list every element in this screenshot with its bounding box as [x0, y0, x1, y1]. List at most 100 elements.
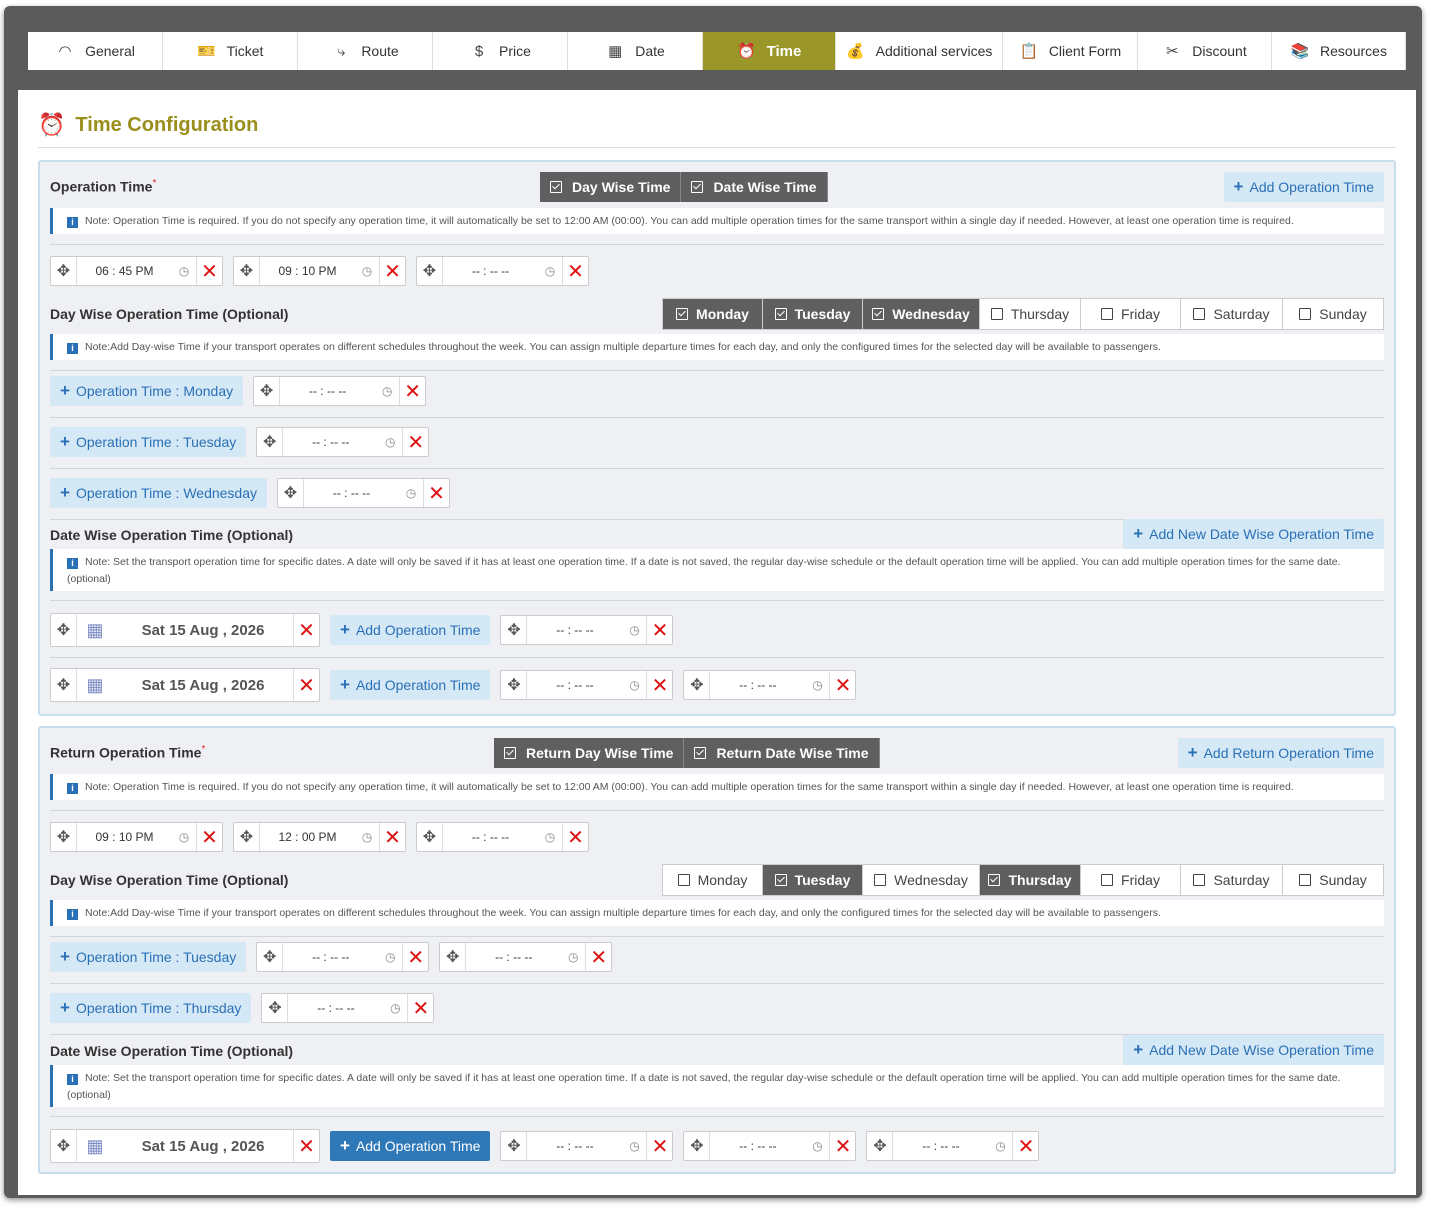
remove-icon[interactable]: ✕ — [646, 616, 672, 644]
remove-icon[interactable]: ✕ — [402, 428, 428, 456]
move-handle-icon[interactable]: ✥ — [684, 1132, 711, 1160]
remove-icon[interactable]: ✕ — [399, 377, 425, 405]
clock-icon[interactable]: ◷ — [383, 1001, 407, 1015]
move-handle-icon[interactable]: ✥ — [440, 943, 467, 971]
remove-icon[interactable]: ✕ — [829, 1132, 855, 1160]
clock-icon[interactable]: ◷ — [172, 264, 196, 278]
clock-icon[interactable]: ◷ — [172, 830, 196, 844]
time-input[interactable]: -- : -- -- — [283, 950, 378, 964]
move-handle-icon[interactable]: ✥ — [257, 943, 284, 971]
clock-icon[interactable]: ◷ — [561, 950, 585, 964]
move-handle-icon[interactable]: ✥ — [51, 614, 77, 646]
day-wednesday[interactable]: Wednesday — [863, 299, 980, 329]
remove-icon[interactable]: ✕ — [585, 943, 611, 971]
time-input[interactable]: -- : -- -- — [527, 623, 622, 637]
time-input[interactable]: -- : -- -- — [283, 435, 378, 449]
time-input[interactable]: 09 : 10 PM — [77, 830, 172, 844]
date-wise-toggle[interactable]: Date Wise Time — [681, 172, 828, 202]
clock-icon[interactable]: ◷ — [538, 264, 562, 278]
tab-client-form[interactable]: 📋 Client Form — [1003, 32, 1138, 70]
time-input[interactable]: 12 : 00 PM — [260, 830, 355, 844]
tab-date[interactable]: ▦ Date — [568, 32, 703, 70]
add-operation-time-button[interactable]: + Add Operation Time — [330, 615, 491, 645]
tab-price[interactable]: $ Price — [433, 32, 568, 70]
remove-icon[interactable]: ✕ — [293, 614, 319, 646]
move-handle-icon[interactable]: ✥ — [417, 257, 443, 285]
add-operation-time-button[interactable]: + Add Operation Time — [1223, 172, 1384, 202]
remove-icon[interactable]: ✕ — [293, 1130, 319, 1162]
tab-route[interactable]: ⤷ Route — [298, 32, 433, 70]
day-tuesday[interactable]: Tuesday — [763, 299, 863, 329]
day-thursday[interactable]: Thursday — [980, 865, 1081, 895]
day-saturday[interactable]: Saturday — [1181, 865, 1283, 895]
move-handle-icon[interactable]: ✥ — [867, 1132, 894, 1160]
remove-icon[interactable]: ✕ — [423, 479, 449, 507]
date-wise-toggle[interactable]: Return Date Wise Time — [684, 738, 880, 768]
move-handle-icon[interactable]: ✥ — [51, 823, 77, 851]
day-monday[interactable]: Monday — [663, 299, 763, 329]
remove-icon[interactable]: ✕ — [407, 994, 433, 1022]
calendar-icon[interactable]: ▦ — [77, 1136, 113, 1157]
remove-icon[interactable]: ✕ — [196, 257, 222, 285]
calendar-icon[interactable]: ▦ — [77, 620, 113, 641]
day-wednesday[interactable]: Wednesday — [863, 865, 980, 895]
day-sunday[interactable]: Sunday — [1283, 299, 1383, 329]
clock-icon[interactable]: ◷ — [805, 678, 829, 692]
remove-icon[interactable]: ✕ — [829, 671, 855, 699]
move-handle-icon[interactable]: ✥ — [278, 479, 304, 507]
move-handle-icon[interactable]: ✥ — [234, 257, 260, 285]
move-handle-icon[interactable]: ✥ — [417, 823, 443, 851]
day-operation-time-button[interactable]: + Operation Time : Wednesday — [50, 478, 267, 508]
clock-icon[interactable]: ◷ — [622, 678, 646, 692]
remove-icon[interactable]: ✕ — [379, 257, 405, 285]
remove-icon[interactable]: ✕ — [646, 1132, 672, 1160]
tab-time[interactable]: ⏰ Time — [703, 32, 836, 70]
time-input[interactable]: -- : -- -- — [443, 264, 538, 278]
time-input[interactable]: -- : -- -- — [893, 1139, 988, 1153]
date-input[interactable]: Sat 15 Aug , 2026 — [113, 1138, 293, 1155]
move-handle-icon[interactable]: ✥ — [254, 377, 281, 405]
date-input[interactable]: Sat 15 Aug , 2026 — [113, 622, 293, 639]
add-operation-time-button[interactable]: + Add Return Operation Time — [1177, 738, 1384, 768]
add-date-wise-button[interactable]: + Add New Date Wise Operation Time — [1123, 519, 1384, 549]
tab-resources[interactable]: 📚 Resources — [1272, 32, 1406, 70]
clock-icon[interactable]: ◷ — [399, 486, 423, 500]
clock-icon[interactable]: ◷ — [355, 830, 379, 844]
tab-ticket[interactable]: 🎫 Ticket — [163, 32, 298, 70]
move-handle-icon[interactable]: ✥ — [501, 616, 528, 644]
remove-icon[interactable]: ✕ — [293, 669, 319, 701]
time-input[interactable]: -- : -- -- — [710, 678, 805, 692]
day-monday[interactable]: Monday — [663, 865, 763, 895]
clock-icon[interactable]: ◷ — [622, 1139, 646, 1153]
move-handle-icon[interactable]: ✥ — [257, 428, 284, 456]
day-sunday[interactable]: Sunday — [1283, 865, 1383, 895]
day-operation-time-button[interactable]: + Operation Time : Thursday — [50, 993, 252, 1023]
day-friday[interactable]: Friday — [1081, 299, 1181, 329]
time-input[interactable]: -- : -- -- — [527, 678, 622, 692]
time-input[interactable]: -- : -- -- — [304, 486, 399, 500]
time-input[interactable]: -- : -- -- — [710, 1139, 805, 1153]
calendar-icon[interactable]: ▦ — [77, 675, 113, 696]
time-input[interactable]: -- : -- -- — [527, 1139, 622, 1153]
time-input[interactable]: -- : -- -- — [443, 830, 538, 844]
remove-icon[interactable]: ✕ — [196, 823, 222, 851]
remove-icon[interactable]: ✕ — [646, 671, 672, 699]
clock-icon[interactable]: ◷ — [988, 1139, 1012, 1153]
day-saturday[interactable]: Saturday — [1181, 299, 1283, 329]
remove-icon[interactable]: ✕ — [402, 943, 428, 971]
move-handle-icon[interactable]: ✥ — [51, 257, 77, 285]
day-operation-time-button[interactable]: + Operation Time : Monday — [50, 376, 244, 406]
day-operation-time-button[interactable]: + Operation Time : Tuesday — [50, 942, 247, 972]
tab-general[interactable]: ◠ General — [28, 32, 163, 70]
move-handle-icon[interactable]: ✥ — [51, 669, 77, 701]
remove-icon[interactable]: ✕ — [379, 823, 405, 851]
remove-icon[interactable]: ✕ — [562, 823, 588, 851]
time-input[interactable]: 09 : 10 PM — [260, 264, 355, 278]
move-handle-icon[interactable]: ✥ — [501, 1132, 528, 1160]
clock-icon[interactable]: ◷ — [355, 264, 379, 278]
move-handle-icon[interactable]: ✥ — [234, 823, 260, 851]
move-handle-icon[interactable]: ✥ — [684, 671, 711, 699]
time-input[interactable]: -- : -- -- — [280, 384, 375, 398]
tab-discount[interactable]: ✂ Discount — [1138, 32, 1272, 70]
add-operation-time-button[interactable]: + Add Operation Time — [330, 1131, 491, 1161]
